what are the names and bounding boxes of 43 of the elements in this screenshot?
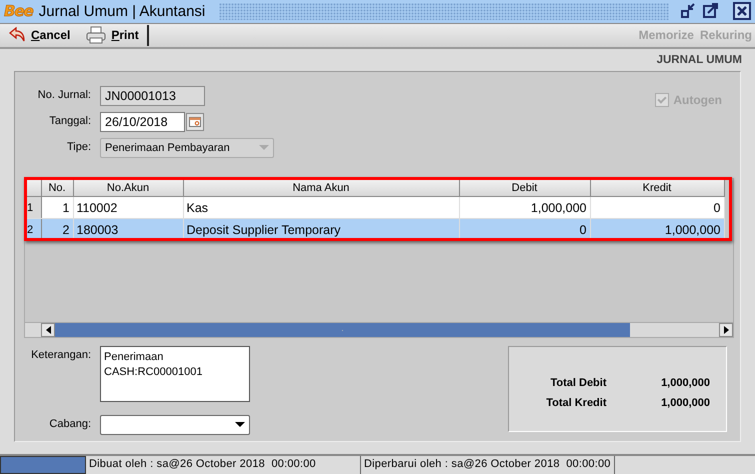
total-value: 1,000,000	[660, 397, 710, 410]
field-label: Tanggal:	[48, 114, 92, 128]
column-header[interactable]: Nama Akun	[183, 179, 459, 197]
dropdown-arrow-icon	[235, 422, 245, 428]
toolbar-button[interactable]: Print	[78, 24, 147, 46]
table-cell: 1	[41, 196, 73, 219]
printer-icon	[86, 26, 106, 44]
field-label: Keterangan:	[30, 348, 92, 362]
calendar-button[interactable]	[186, 113, 204, 132]
scroll-right-icon	[724, 326, 728, 334]
app-logo: Bee	[4, 2, 33, 20]
column-header[interactable]: Debit	[459, 179, 590, 197]
date-field[interactable]: 26/10/2018	[100, 112, 185, 132]
table-row[interactable]: 1 1 110002 Kas 1,000,000 0	[25, 196, 724, 219]
scroll-left-icon	[46, 326, 50, 334]
branch-dropdown[interactable]	[100, 415, 250, 436]
restore-icon[interactable]	[681, 2, 697, 18]
updated-info: Diperbarui oleh : sa@26 October 2018 00:00:00	[361, 456, 615, 474]
table-row[interactable]: 2 2 180003 Deposit Supplier Temporary 0 1,000,000	[25, 218, 724, 241]
created-info: Dibuat oleh : sa@26 October 2018 00:00:00	[86, 456, 361, 474]
undo-arrow-icon	[8, 27, 26, 44]
total-value: 1,000,000	[660, 377, 710, 390]
form-heading: JURNAL UMUM	[656, 54, 742, 66]
column-header[interactable]: No.	[41, 179, 73, 197]
table-cell: Kas	[183, 196, 459, 219]
column-header[interactable]: Kredit	[590, 179, 724, 197]
column-header[interactable]: No.Akun	[73, 179, 183, 197]
total-label: Total Debit	[549, 377, 608, 390]
toolbar-button[interactable]: Cancel	[0, 24, 78, 46]
dropdown-arrow-icon	[259, 145, 269, 152]
table-cell: 1,000,000	[459, 196, 590, 219]
description-field[interactable]: Penerimaan CASH:RC00001001	[100, 346, 250, 402]
table-cell: 0	[590, 196, 724, 219]
horizontal-scrollbar[interactable]	[25, 322, 733, 338]
field-label: No. Jurnal:	[36, 88, 92, 102]
maximize-icon[interactable]	[703, 2, 719, 18]
field-label: Cabang:	[48, 417, 92, 430]
table-cell: 110002	[73, 196, 183, 219]
total-label: Total Kredit	[545, 397, 608, 410]
calendar-icon	[189, 117, 201, 128]
field-label: Tipe:	[66, 140, 92, 154]
close-icon[interactable]	[733, 2, 751, 20]
window-title: Jurnal Umum | Akuntansi	[38, 2, 206, 20]
